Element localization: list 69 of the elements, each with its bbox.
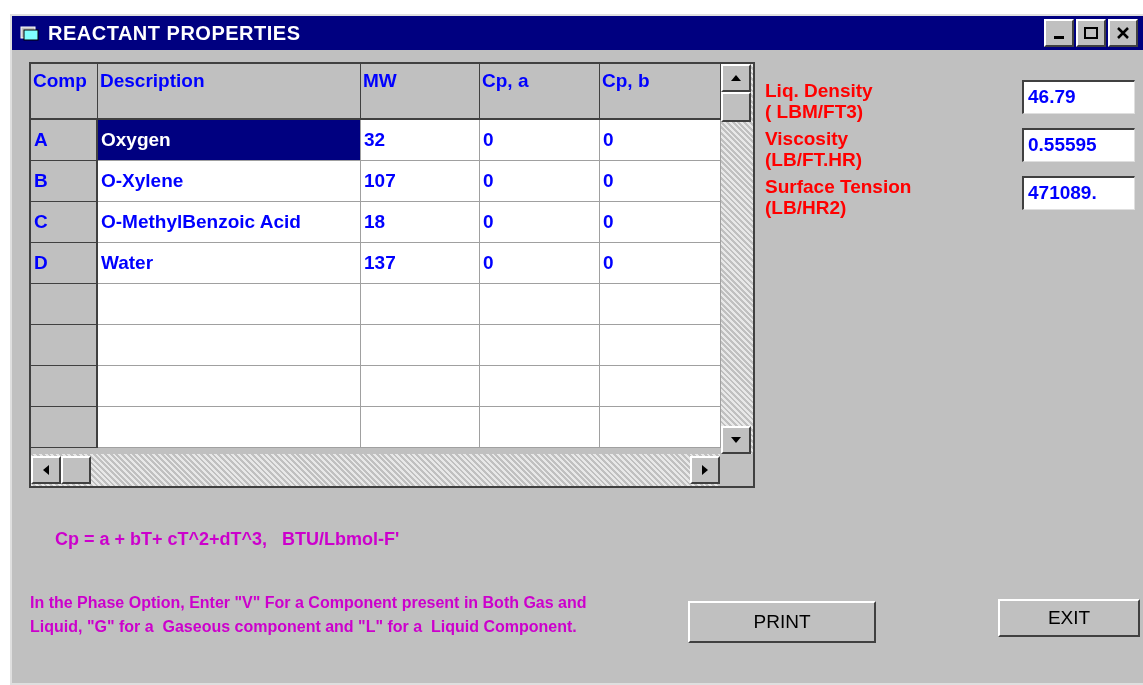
property-label: Surface Tension (765, 176, 912, 197)
window-title: REACTANT PROPERTIES (48, 21, 301, 46)
minimize-button[interactable] (1044, 19, 1074, 47)
property-unit: (LB/FT.HR) (765, 149, 863, 170)
table-cell[interactable]: 18 (361, 202, 480, 243)
print-button[interactable]: PRINT (688, 601, 876, 643)
scroll-right-button[interactable] (690, 456, 720, 484)
table-cell[interactable] (98, 284, 361, 325)
table-cell[interactable] (361, 284, 480, 325)
formula-text: Cp = a + bT+ cT^2+dT^3, BTU/Lbmol-F' (55, 528, 401, 551)
table-cell[interactable] (480, 325, 600, 366)
scroll-down-button[interactable] (721, 426, 751, 454)
left-arrow-icon (42, 464, 50, 476)
table-cell[interactable] (361, 407, 480, 448)
table-cell[interactable]: O-Xylene (98, 161, 361, 202)
row-header: A (31, 120, 98, 161)
table-cell[interactable]: 0 (480, 202, 600, 243)
table-cell[interactable] (600, 407, 721, 448)
up-arrow-icon (730, 74, 742, 82)
table-cell[interactable]: 107 (361, 161, 480, 202)
row-header: C (31, 202, 98, 243)
table-cell[interactable] (480, 284, 600, 325)
table-cell[interactable]: 0 (480, 243, 600, 284)
instruction-text: In the Phase Option, Enter "V" For a Component present in Both Gas and Liquid, "G" for a Gaseous component and "L" for a Liquid Component. (30, 593, 588, 637)
scroll-up-button[interactable] (721, 64, 751, 92)
table-cell[interactable] (600, 325, 721, 366)
table-cell[interactable] (600, 284, 721, 325)
table-cell[interactable]: 32 (361, 120, 480, 161)
down-arrow-icon (730, 436, 742, 444)
horizontal-scrollbar[interactable] (31, 454, 720, 486)
table-cell[interactable]: 0 (600, 243, 721, 284)
close-button[interactable] (1108, 19, 1138, 47)
table-cell[interactable]: Water (98, 243, 361, 284)
table-cell[interactable]: 0 (600, 161, 721, 202)
property-unit: (LB/HR2) (765, 197, 848, 218)
table-cell[interactable]: O-MethylBenzoic Acid (98, 202, 361, 243)
table-cell[interactable]: 0 (600, 202, 721, 243)
row-header: B (31, 161, 98, 202)
minimize-icon (1054, 36, 1064, 39)
table-cell[interactable] (98, 325, 361, 366)
table-cell[interactable] (98, 366, 361, 407)
value-field[interactable]: 471089. (1022, 176, 1135, 210)
maximize-button[interactable] (1076, 19, 1106, 47)
table-cell[interactable] (98, 407, 361, 448)
table-cell[interactable]: Oxygen (98, 120, 361, 161)
value-field[interactable]: 46.79 (1022, 80, 1135, 114)
vertical-scrollbar[interactable] (721, 64, 753, 454)
close-icon (1117, 27, 1129, 39)
scroll-thumb[interactable] (61, 456, 91, 484)
property-label: Viscosity (765, 128, 850, 149)
table-cell[interactable]: 0 (480, 120, 600, 161)
table-cell[interactable] (480, 366, 600, 407)
scroll-left-button[interactable] (31, 456, 61, 484)
value-field[interactable]: 0.55595 (1022, 128, 1135, 162)
table-cell[interactable] (480, 407, 600, 448)
table-cell[interactable] (600, 366, 721, 407)
maximize-icon (1084, 27, 1098, 39)
property-unit: ( LBM/FT3) (765, 101, 865, 122)
row-header: D (31, 243, 98, 284)
table-cell[interactable]: 0 (480, 161, 600, 202)
window-icon (20, 25, 40, 41)
table-cell[interactable] (361, 325, 480, 366)
property-label: Liq. Density (765, 80, 873, 101)
scroll-thumb[interactable] (721, 92, 751, 122)
table-cell[interactable]: 137 (361, 243, 480, 284)
exit-button[interactable]: EXIT (998, 599, 1140, 637)
right-arrow-icon (701, 464, 709, 476)
table-cell[interactable]: 0 (600, 120, 721, 161)
table-cell[interactable] (361, 366, 480, 407)
